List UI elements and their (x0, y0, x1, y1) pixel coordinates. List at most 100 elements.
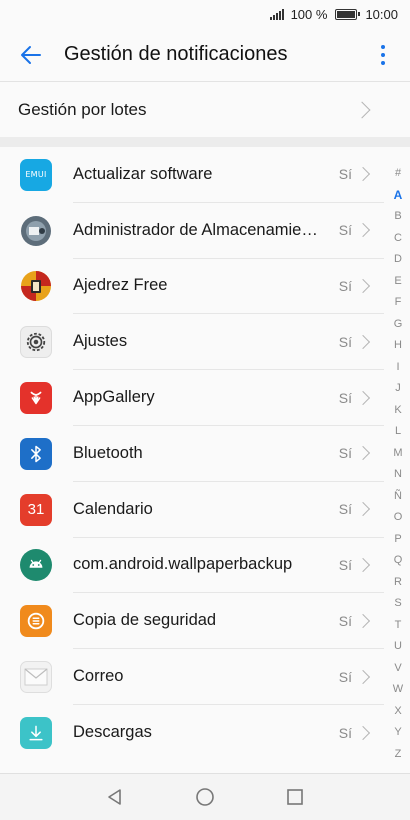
settings-gear-icon (20, 326, 52, 359)
signal-icon (269, 8, 284, 20)
list-item[interactable]: AppGallery Sí (0, 370, 384, 426)
calendar-icon: 31 (20, 493, 52, 526)
app-list: EMUI Actualizar software Sí Administrado… (0, 147, 384, 761)
notification-status: Sí (338, 389, 352, 406)
notification-status: Sí (338, 556, 352, 573)
app-bar: Gestión de notificaciones (0, 28, 410, 82)
list-item[interactable]: EMUI Actualizar software Sí (0, 147, 384, 203)
backup-icon (20, 605, 52, 638)
list-item[interactable]: Descargas Sí (0, 705, 384, 761)
circle-home-icon (196, 788, 214, 806)
list-item[interactable]: Administrador de Almacenamie… Sí (0, 203, 384, 259)
index-letter[interactable]: I (396, 357, 399, 379)
triangle-back-icon (108, 789, 121, 805)
index-letter[interactable]: X (394, 701, 401, 723)
app-name: Copia de seguridad (73, 611, 217, 630)
app-name: Administrador de Almacenamie… (73, 220, 318, 239)
emui-update-icon: EMUI (20, 158, 52, 191)
chevron-right-icon (355, 167, 371, 182)
status-bar: 100 % 10:00 (0, 0, 410, 28)
huawei-appgallery-icon (20, 382, 52, 415)
page-title: Gestión de notificaciones (64, 43, 288, 65)
nav-recents-button[interactable] (282, 784, 308, 810)
list-item[interactable]: 31 Calendario Sí (0, 482, 384, 538)
notification-status: Sí (338, 612, 352, 629)
list-item[interactable]: Ajedrez Free Sí (0, 259, 384, 315)
more-vertical-icon (381, 44, 385, 49)
index-letter[interactable]: Ñ (394, 486, 402, 508)
batch-management-label: Gestión por lotes (18, 100, 147, 119)
clock: 10:00 (365, 6, 398, 22)
index-letter[interactable]: H (394, 335, 402, 357)
chevron-right-icon (353, 101, 371, 119)
app-name: com.android.wallpaperbackup (73, 555, 293, 574)
system-navigation-bar (0, 773, 410, 820)
batch-management-row[interactable]: Gestión por lotes (0, 83, 410, 137)
index-letter[interactable]: C (394, 228, 402, 250)
chevron-right-icon (355, 557, 371, 573)
index-letter[interactable]: S (394, 593, 401, 615)
index-letter[interactable]: N (394, 464, 402, 486)
chevron-right-icon (355, 334, 371, 349)
nav-back-button[interactable] (102, 784, 128, 810)
index-letter[interactable]: O (394, 507, 403, 529)
list-item[interactable]: Copia de seguridad Sí (0, 593, 384, 650)
chevron-right-icon (355, 446, 371, 461)
nav-home-button[interactable] (192, 784, 218, 810)
app-name: AppGallery (73, 388, 155, 407)
mail-icon (20, 661, 52, 694)
chevron-right-icon (355, 278, 371, 294)
index-letter[interactable]: W (393, 679, 403, 701)
arrow-back-icon (21, 45, 41, 64)
notification-status: Sí (338, 501, 352, 518)
chevron-right-icon (355, 390, 371, 405)
index-letter[interactable]: U (394, 636, 402, 658)
index-letter[interactable]: Z (395, 744, 402, 766)
alphabet-index[interactable]: # A B C D E F G H I J K L M N Ñ O P Q R … (390, 163, 406, 765)
app-name: Ajedrez Free (73, 276, 168, 295)
index-letter[interactable]: K (394, 400, 401, 422)
chevron-right-icon (355, 725, 371, 740)
list-item[interactable]: Bluetooth Sí (0, 426, 384, 482)
index-letter[interactable]: V (394, 658, 401, 680)
chevron-right-icon (355, 613, 371, 628)
android-icon (20, 549, 52, 582)
index-letter[interactable]: Y (394, 722, 401, 744)
back-button[interactable] (6, 28, 56, 82)
more-options-button[interactable] (368, 28, 398, 82)
index-letter[interactable]: D (394, 249, 402, 271)
chess-icon (20, 270, 52, 302)
notification-status: Sí (338, 166, 352, 183)
index-letter[interactable]: P (394, 529, 401, 551)
app-name: Bluetooth (73, 443, 143, 462)
index-letter[interactable]: L (395, 421, 401, 443)
list-item[interactable]: com.android.wallpaperbackup Sí (0, 538, 384, 594)
index-letter[interactable]: J (395, 378, 401, 400)
app-name: Calendario (73, 499, 153, 518)
index-letter[interactable]: R (394, 572, 402, 594)
notification-status: Sí (338, 724, 352, 741)
app-name: Correo (73, 667, 124, 686)
index-letter[interactable]: G (394, 314, 403, 336)
index-letter[interactable]: E (394, 271, 401, 293)
storage-manager-icon (20, 215, 52, 247)
index-letter-active[interactable]: A (394, 185, 403, 207)
index-letter[interactable]: F (395, 292, 402, 314)
notification-status: Sí (338, 668, 352, 685)
notification-status: Sí (338, 222, 352, 239)
download-icon (20, 716, 52, 749)
notification-status: Sí (338, 277, 352, 294)
bluetooth-icon (20, 437, 52, 470)
notification-status: Sí (338, 333, 352, 350)
square-recents-icon (287, 789, 303, 805)
battery-icon (335, 8, 361, 20)
list-item[interactable]: Ajustes Sí (0, 314, 384, 371)
index-letter[interactable]: B (394, 206, 401, 228)
index-letter[interactable]: Q (394, 550, 403, 572)
chevron-right-icon (355, 223, 371, 238)
index-letter[interactable]: T (395, 615, 402, 637)
list-item[interactable]: Correo Sí (0, 649, 384, 705)
index-letter[interactable]: M (393, 443, 402, 465)
index-letter[interactable]: # (395, 163, 401, 185)
section-divider (0, 137, 410, 147)
